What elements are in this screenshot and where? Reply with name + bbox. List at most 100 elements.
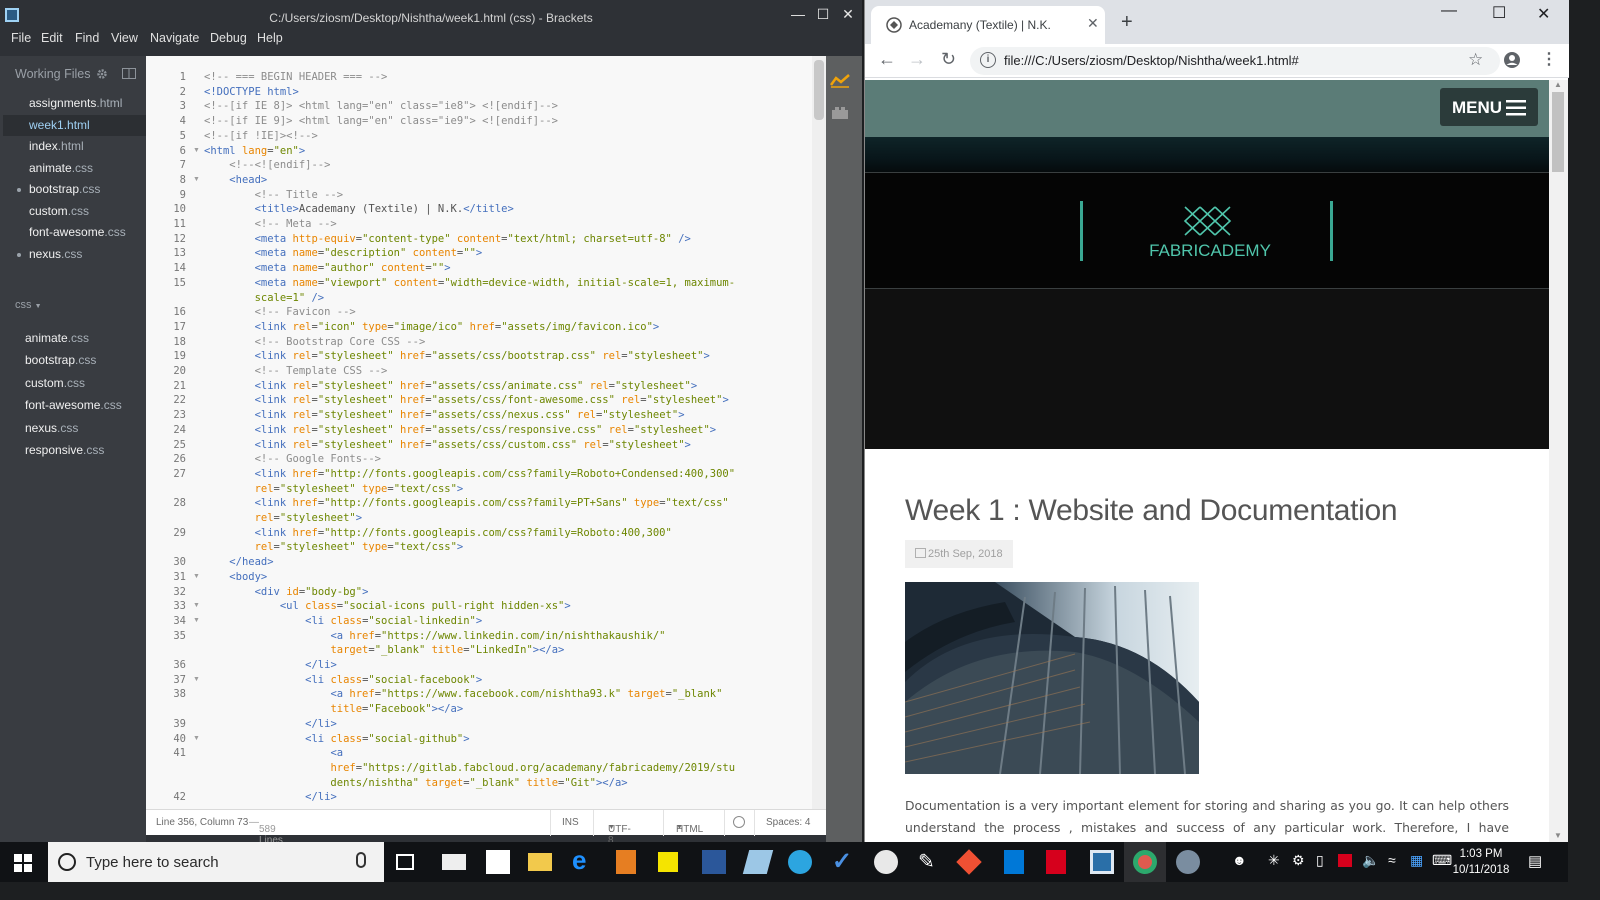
fabricademy-logo-icon[interactable] [1180, 199, 1240, 239]
code-line[interactable]: <meta name="viewport" content="width=dev… [204, 277, 736, 289]
fold-toggle-icon[interactable]: ▼ [193, 735, 200, 742]
code-line[interactable]: <!--[if IE 9]> <html lang="en" class="ie… [204, 115, 558, 127]
linting-status-icon[interactable] [733, 816, 745, 828]
code-line[interactable]: <link rel="icon" type="image/ico" href="… [204, 321, 660, 333]
folder-dropdown[interactable]: css ▼ [15, 299, 42, 311]
fold-toggle-icon[interactable]: ▼ [193, 176, 200, 183]
close-icon[interactable]: ✕ [1537, 4, 1550, 24]
code-line[interactable]: <body> [204, 571, 267, 583]
fold-toggle-icon[interactable]: ▼ [193, 617, 200, 624]
working-file-item[interactable]: font-awesome.css [29, 222, 126, 243]
tab-close-icon[interactable]: ✕ [1087, 15, 1099, 32]
code-line[interactable]: rel="stylesheet" type="text/css"> [204, 483, 464, 495]
menu-debug[interactable]: Debug [210, 31, 247, 45]
fold-toggle-icon[interactable]: ▼ [193, 676, 200, 683]
minimize-icon[interactable]: — [1441, 2, 1457, 20]
git-icon[interactable] [956, 849, 982, 875]
menu-find[interactable]: Find [75, 31, 99, 45]
fold-toggle-icon[interactable]: ▼ [193, 602, 200, 609]
code-line[interactable]: <link rel="stylesheet" href="assets/css/… [204, 439, 691, 451]
brackets-titlebar[interactable]: C:/Users/ziosm/Desktop/Nishtha/week1.htm… [0, 0, 862, 30]
omnibox[interactable]: i file:///C:/Users/ziosm/Desktop/Nishtha… [970, 47, 1500, 75]
forward-arrow-icon[interactable]: → [908, 49, 926, 70]
folder-file-item[interactable]: nexus.css [25, 418, 78, 439]
maximize-icon[interactable]: ☐ [1492, 3, 1506, 23]
code-line[interactable]: </head> [204, 556, 273, 568]
code-line[interactable]: dents/nishtha" target="_blank" title="Gi… [204, 777, 627, 789]
code-line[interactable]: <meta http-equiv="content-type" content=… [204, 233, 691, 245]
battery-icon[interactable]: ▯ [1316, 852, 1324, 869]
menu-help[interactable]: Help [257, 31, 283, 45]
code-line[interactable]: <link href="http://fonts.googleapis.com/… [204, 527, 672, 539]
scroll-down-icon[interactable]: ▼ [1554, 831, 1562, 840]
inkscape-icon[interactable]: ✎ [918, 849, 942, 873]
code-line[interactable]: <!-- === BEGIN HEADER === --> [204, 71, 387, 83]
code-line[interactable]: <head> [204, 174, 267, 186]
menu-view[interactable]: View [111, 31, 138, 45]
store-icon[interactable] [486, 850, 510, 874]
site-menu-button[interactable]: MENU [1440, 88, 1538, 126]
back-arrow-icon[interactable]: ← [878, 49, 896, 70]
working-file-item[interactable]: nexus.css [17, 244, 82, 265]
code-line[interactable]: <link rel="stylesheet" href="assets/css/… [204, 424, 717, 436]
sticky-notes-icon[interactable] [658, 852, 678, 872]
vscode-icon[interactable] [1004, 850, 1024, 874]
menu-file[interactable]: File [11, 31, 31, 45]
split-view-icon[interactable] [122, 68, 136, 79]
acrobat-tray-icon[interactable] [1338, 854, 1352, 867]
code-line[interactable]: <link href="http://fonts.googleapis.com/… [204, 497, 729, 509]
code-line[interactable]: <a [204, 747, 343, 759]
indent-setting[interactable]: Spaces: 4 [766, 817, 810, 828]
code-line[interactable]: <!DOCTYPE html> [204, 86, 299, 98]
folder-file-item[interactable]: animate.css [25, 328, 89, 349]
code-line[interactable]: scale=1" /> [204, 292, 325, 304]
reload-icon[interactable]: ↻ [941, 49, 956, 70]
settings-tray-icon[interactable]: ✳ [1268, 852, 1280, 869]
telegram-icon[interactable] [788, 850, 812, 874]
code-line[interactable]: <link rel="stylesheet" href="assets/css/… [204, 394, 729, 406]
code-line[interactable]: <a href="https://www.linkedin.com/in/nis… [204, 630, 665, 642]
browser-tab[interactable]: Academany (Textile) | N.K. ✕ [871, 6, 1105, 44]
code-line[interactable]: <link href="http://fonts.googleapis.com/… [204, 468, 735, 480]
code-line[interactable]: rel="stylesheet"> [204, 512, 362, 524]
code-line[interactable]: target="_blank" title="LinkedIn"></a> [204, 644, 564, 656]
minimize-icon[interactable]: — [786, 3, 810, 25]
maximize-icon[interactable]: ☐ [811, 3, 835, 25]
menu-navigate[interactable]: Navigate [150, 31, 199, 45]
code-line[interactable]: <li class="social-linkedin"> [204, 615, 482, 627]
taskbar-clock[interactable]: 1:03 PM 10/11/2018 [1448, 846, 1514, 878]
working-file-item[interactable]: bootstrap.css [17, 179, 100, 200]
code-line[interactable]: rel="stylesheet" type="text/css"> [204, 541, 464, 553]
code-line[interactable]: </li> [204, 791, 337, 803]
close-icon[interactable]: ✕ [836, 3, 860, 25]
code-line[interactable]: <link rel="stylesheet" href="assets/css/… [204, 409, 685, 421]
working-file-item[interactable]: animate.css [29, 158, 93, 179]
file-explorer-icon[interactable] [528, 853, 552, 871]
todo-check-icon[interactable]: ✓ [832, 847, 856, 875]
code-line[interactable]: <!-- Bootstrap Core CSS --> [204, 336, 426, 348]
live-preview-icon[interactable] [830, 74, 850, 88]
code-line[interactable]: <link rel="stylesheet" href="assets/css/… [204, 380, 698, 392]
working-file-item[interactable]: week1.html [3, 114, 146, 136]
scroll-up-icon[interactable]: ▲ [1554, 80, 1562, 89]
code-line[interactable]: <!-- Google Fonts--> [204, 453, 381, 465]
page-scrollbar-thumb[interactable] [1552, 92, 1564, 172]
logo-text[interactable]: FABRICADEMY [1125, 241, 1295, 261]
code-line[interactable]: <div id="body-bg"> [204, 586, 369, 598]
extension-manager-icon[interactable] [831, 106, 849, 120]
code-line[interactable]: <li class="social-github"> [204, 733, 469, 745]
brackets-e-icon[interactable] [616, 850, 636, 874]
code-line[interactable]: <title>Academany (Textile) | N.K.</title… [204, 203, 514, 215]
mail-icon[interactable] [442, 854, 466, 870]
code-line[interactable]: <meta name="author" content=""> [204, 262, 451, 274]
people-icon[interactable]: ☻ [1232, 852, 1247, 868]
editor-scrollbar-thumb[interactable] [814, 60, 824, 120]
code-line[interactable]: <!--<![endif]--> [204, 159, 330, 171]
code-line[interactable]: <ul class="social-icons pull-right hidde… [204, 600, 571, 612]
working-file-item[interactable]: custom.css [29, 201, 89, 222]
microphone-icon[interactable] [356, 852, 366, 868]
taskbar-search-box[interactable]: Type here to search [48, 842, 384, 882]
code-line[interactable]: <!--[if !IE]><!--> [204, 130, 318, 142]
app-icon[interactable] [1176, 850, 1200, 874]
code-line[interactable]: href="https://gitlab.fabcloud.org/academ… [204, 762, 735, 774]
